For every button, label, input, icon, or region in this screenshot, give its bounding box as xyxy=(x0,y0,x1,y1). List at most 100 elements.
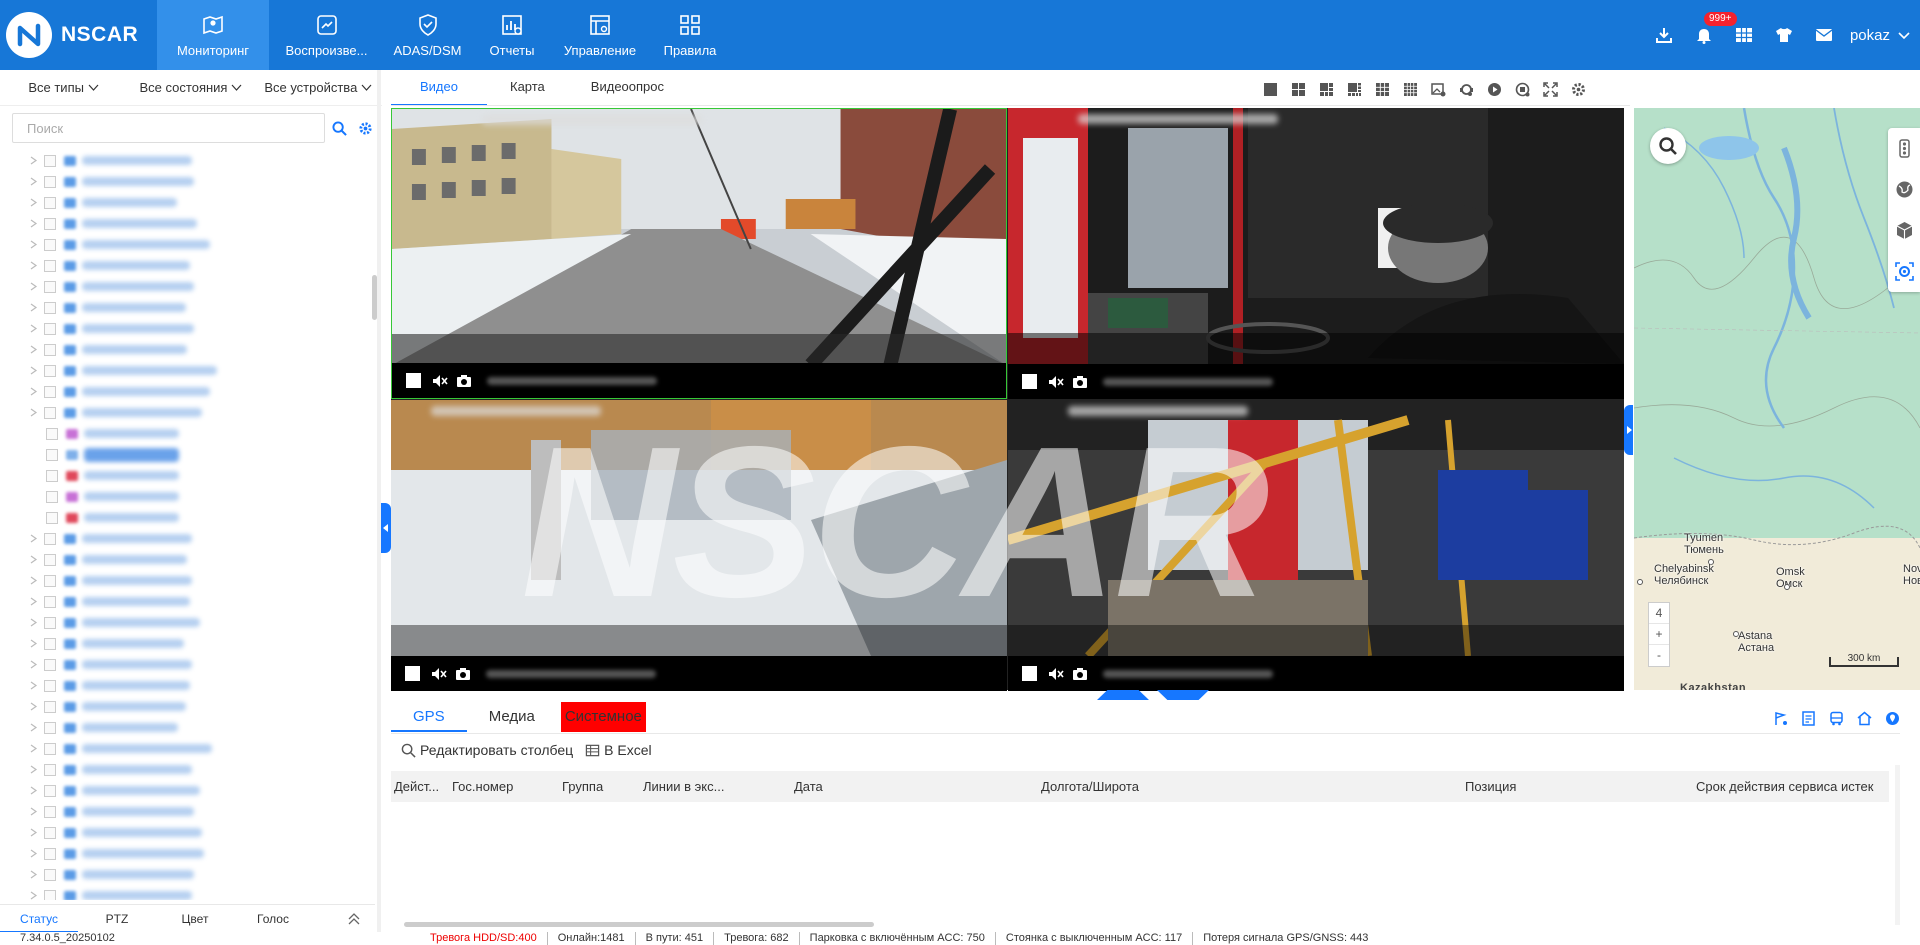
export-excel-button[interactable]: В Excel xyxy=(585,742,652,758)
tree-row[interactable] xyxy=(0,780,375,801)
tree-checkbox[interactable] xyxy=(44,679,56,692)
chevron-right-icon[interactable] xyxy=(28,555,38,565)
track-button[interactable] xyxy=(1766,708,1794,728)
layout-4-button[interactable] xyxy=(1284,78,1312,100)
tree-checkbox[interactable] xyxy=(44,742,56,755)
nav-rules[interactable]: Правила xyxy=(647,0,733,70)
tree-checkbox[interactable] xyxy=(44,826,56,839)
chevron-right-icon[interactable] xyxy=(28,534,38,544)
search-button[interactable] xyxy=(329,117,351,139)
tree-checkbox[interactable] xyxy=(46,448,58,461)
tree-checkbox[interactable] xyxy=(44,889,56,900)
tree-checkbox[interactable] xyxy=(44,196,56,209)
tree-settings-button[interactable] xyxy=(354,117,376,139)
video-settings-button[interactable] xyxy=(1564,78,1592,100)
tree-checkbox[interactable] xyxy=(44,574,56,587)
stat-parking-acc-on[interactable]: Парковка с включённым ACC: 750 xyxy=(798,932,995,945)
chevron-right-icon[interactable] xyxy=(28,618,38,628)
snapshot-button[interactable] xyxy=(1071,665,1089,683)
location-button[interactable] xyxy=(1878,708,1906,728)
chevron-right-icon[interactable] xyxy=(28,177,38,187)
snapshot-button[interactable] xyxy=(454,665,472,683)
column-header-action[interactable]: Дейст... xyxy=(394,771,439,802)
chevron-right-icon[interactable] xyxy=(28,240,38,250)
collapse-map-button[interactable] xyxy=(1624,405,1633,455)
mute-button[interactable] xyxy=(431,372,449,390)
expand-panel-button[interactable] xyxy=(344,909,364,929)
tree-checkbox[interactable] xyxy=(46,469,58,482)
tree-row[interactable] xyxy=(0,213,375,234)
chevron-right-icon[interactable] xyxy=(28,345,38,355)
tree-row[interactable] xyxy=(0,864,375,885)
app-logo[interactable]: NSCAR xyxy=(6,9,156,61)
tree-row[interactable] xyxy=(0,234,375,255)
chevron-right-icon[interactable] xyxy=(28,597,38,607)
chevron-right-icon[interactable] xyxy=(28,303,38,313)
map-satellite-button[interactable] xyxy=(1888,169,1920,210)
map-3d-button[interactable] xyxy=(1888,210,1920,251)
stop-all-button[interactable] xyxy=(1508,78,1536,100)
stat-gps-loss[interactable]: Потеря сигнала GPS/GNSS: 443 xyxy=(1192,932,1378,945)
search-input[interactable] xyxy=(12,113,325,143)
apps-grid-button[interactable] xyxy=(1724,0,1764,70)
layout-6-button[interactable] xyxy=(1312,78,1340,100)
tree-checkbox[interactable] xyxy=(46,511,58,524)
stop-button[interactable] xyxy=(1022,666,1037,681)
video-channel-4[interactable] xyxy=(1008,400,1624,691)
tree-checkbox[interactable] xyxy=(44,847,56,860)
tab-ptz[interactable]: PTZ xyxy=(78,905,156,933)
tree-row[interactable] xyxy=(0,738,375,759)
tree-row[interactable] xyxy=(0,276,375,297)
device-tree[interactable] xyxy=(0,150,375,900)
tab-gps[interactable]: GPS xyxy=(391,702,467,732)
tree-row[interactable] xyxy=(0,465,375,486)
map-panel[interactable]: TyumenТюмень ChelyabinskЧелябинск OmskОм… xyxy=(1634,108,1920,690)
collapse-left-panel-button[interactable] xyxy=(381,503,391,553)
tree-checkbox[interactable] xyxy=(44,280,56,293)
tree-row[interactable] xyxy=(0,654,375,675)
tree-checkbox[interactable] xyxy=(44,595,56,608)
tab-map[interactable]: Карта xyxy=(487,70,568,106)
talk-button[interactable] xyxy=(1452,78,1480,100)
stop-button[interactable] xyxy=(1022,374,1037,389)
snapshot-button[interactable] xyxy=(1071,373,1089,391)
snapshot-all-button[interactable] xyxy=(1424,78,1452,100)
tree-row[interactable] xyxy=(0,801,375,822)
chevron-right-icon[interactable] xyxy=(28,219,38,229)
tree-row[interactable] xyxy=(0,297,375,318)
chevron-right-icon[interactable] xyxy=(28,744,38,754)
chevron-right-icon[interactable] xyxy=(28,576,38,586)
filter-state[interactable]: Все состояния xyxy=(127,80,254,95)
tree-row[interactable] xyxy=(0,759,375,780)
snapshot-button[interactable] xyxy=(455,372,473,390)
map-locate-button[interactable] xyxy=(1888,251,1920,292)
tree-checkbox[interactable] xyxy=(44,868,56,881)
table-horizontal-scrollbar[interactable] xyxy=(404,922,874,927)
chevron-right-icon[interactable] xyxy=(28,660,38,670)
download-button[interactable] xyxy=(1644,0,1684,70)
column-header-service-expiry[interactable]: Срок действия сервиса истек xyxy=(1696,771,1873,802)
tree-row[interactable] xyxy=(0,528,375,549)
column-header-coords[interactable]: Долгота/Широта xyxy=(1041,771,1139,802)
tree-row[interactable] xyxy=(0,150,375,171)
user-menu[interactable]: pokaz xyxy=(1844,27,1920,44)
tree-checkbox[interactable] xyxy=(44,322,56,335)
stop-button[interactable] xyxy=(406,373,421,388)
tree-checkbox[interactable] xyxy=(44,175,56,188)
tree-row[interactable] xyxy=(0,360,375,381)
tab-voice[interactable]: Голос xyxy=(234,905,312,933)
chevron-right-icon[interactable] xyxy=(28,765,38,775)
edit-columns-button[interactable]: Редактировать столбец xyxy=(401,742,573,758)
tree-row[interactable] xyxy=(0,381,375,402)
fullscreen-button[interactable] xyxy=(1536,78,1564,100)
filter-devices[interactable]: Все устройства xyxy=(255,80,382,95)
tree-checkbox[interactable] xyxy=(44,343,56,356)
column-header-lines[interactable]: Линии в экс... xyxy=(643,771,724,802)
mute-button[interactable] xyxy=(1047,373,1065,391)
tab-status[interactable]: Статус xyxy=(0,905,78,933)
messages-button[interactable] xyxy=(1804,0,1844,70)
tab-video[interactable]: Видео xyxy=(391,70,487,106)
map-traffic-button[interactable] xyxy=(1888,128,1920,169)
notifications-button[interactable]: 999+ xyxy=(1684,0,1737,70)
nav-adas-dsm[interactable]: ADAS/DSM xyxy=(384,0,471,70)
